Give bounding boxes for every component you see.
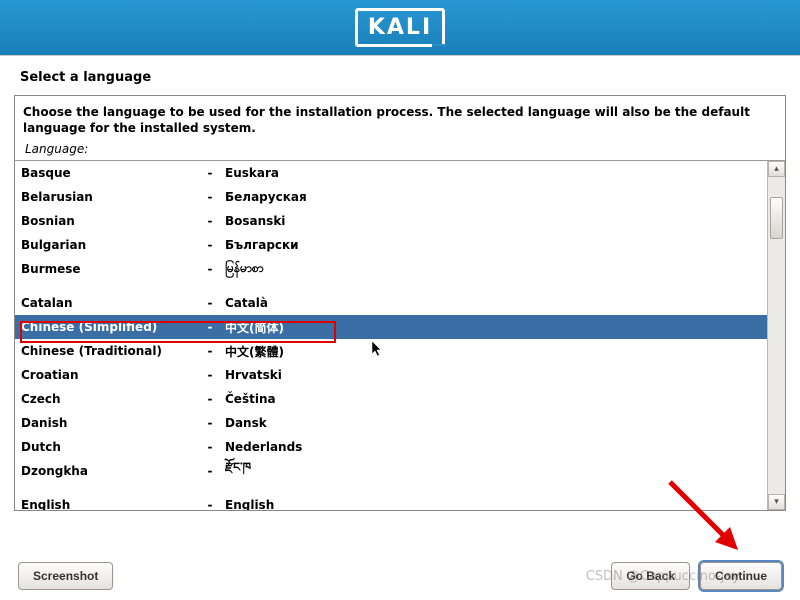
language-row[interactable]: English-English <box>15 493 767 510</box>
scroll-up-button[interactable]: ▴ <box>768 161 785 177</box>
content-panel: Choose the language to be used for the i… <box>14 95 786 511</box>
screenshot-button[interactable]: Screenshot <box>18 562 113 590</box>
language-name: Dzongkha <box>15 464 195 478</box>
language-native: Nederlands <box>225 440 767 454</box>
language-row[interactable]: Bosnian-Bosanski <box>15 209 767 233</box>
language-name: Burmese <box>15 262 195 276</box>
language-native: Hrvatski <box>225 368 767 382</box>
kali-logo: KALI <box>355 8 445 47</box>
dash-separator: - <box>195 368 225 382</box>
language-native: Dansk <box>225 416 767 430</box>
language-native: မြန်မာစာ <box>225 260 767 278</box>
dash-separator: - <box>195 262 225 276</box>
dash-separator: - <box>195 416 225 430</box>
language-row[interactable]: Basque-Euskara <box>15 161 767 185</box>
language-name: Bosnian <box>15 214 195 228</box>
language-native: Български <box>225 238 767 252</box>
language-native: Čeština <box>225 392 767 406</box>
language-row[interactable]: Chinese (Simplified)-中文(简体) <box>15 315 767 339</box>
language-native: 中文(繁體) <box>225 343 767 360</box>
language-native: རྫོང་ཁ <box>225 454 767 488</box>
language-row[interactable]: Dzongkha-རྫོང་ཁ <box>15 459 767 483</box>
dash-separator: - <box>195 296 225 310</box>
language-name: Danish <box>15 416 195 430</box>
language-name: Dutch <box>15 440 195 454</box>
dash-separator: - <box>195 464 225 478</box>
language-name: Chinese (Traditional) <box>15 344 195 358</box>
language-row[interactable]: Czech-Čeština <box>15 387 767 411</box>
language-row[interactable]: Chinese (Traditional)-中文(繁體) <box>15 339 767 363</box>
dash-separator: - <box>195 320 225 334</box>
language-name: Basque <box>15 166 195 180</box>
language-row[interactable]: Bulgarian-Български <box>15 233 767 257</box>
language-name: Bulgarian <box>15 238 195 252</box>
language-name: Croatian <box>15 368 195 382</box>
dash-separator: - <box>195 166 225 180</box>
dash-separator: - <box>195 238 225 252</box>
dash-separator: - <box>195 214 225 228</box>
language-row[interactable]: Croatian-Hrvatski <box>15 363 767 387</box>
language-native: Euskara <box>225 166 767 180</box>
dash-separator: - <box>195 344 225 358</box>
scroll-down-button[interactable]: ▾ <box>768 494 785 510</box>
language-native: Bosanski <box>225 214 767 228</box>
language-name: Catalan <box>15 296 195 310</box>
language-name: Chinese (Simplified) <box>15 320 195 334</box>
scrollbar[interactable]: ▴ ▾ <box>767 161 785 510</box>
dash-separator: - <box>195 498 225 510</box>
footer-bar: Screenshot Go Back Continue <box>0 562 800 590</box>
language-name: Belarusian <box>15 190 195 204</box>
dash-separator: - <box>195 392 225 406</box>
instruction-text: Choose the language to be used for the i… <box>15 96 785 140</box>
list-spacer <box>15 281 767 291</box>
language-row[interactable]: Burmese-မြန်မာစာ <box>15 257 767 281</box>
language-list[interactable]: Basque-EuskaraBelarusian-БеларускаяBosni… <box>15 161 767 510</box>
page-title: Select a language <box>0 56 800 95</box>
dash-separator: - <box>195 190 225 204</box>
continue-button[interactable]: Continue <box>700 562 782 590</box>
language-row[interactable]: Danish-Dansk <box>15 411 767 435</box>
language-row[interactable]: Catalan-Català <box>15 291 767 315</box>
language-native: Беларуская <box>225 190 767 204</box>
language-native: Català <box>225 296 767 310</box>
installer-header: KALI <box>0 0 800 56</box>
dash-separator: - <box>195 440 225 454</box>
language-row[interactable]: Belarusian-Беларуская <box>15 185 767 209</box>
language-native: 中文(简体) <box>225 319 767 336</box>
language-native: English <box>225 498 767 510</box>
language-field-label: Language: <box>15 140 785 160</box>
language-list-container: Basque-EuskaraBelarusian-БеларускаяBosni… <box>15 160 785 510</box>
language-name: Czech <box>15 392 195 406</box>
scroll-thumb[interactable] <box>770 197 783 239</box>
language-name: English <box>15 498 195 510</box>
go-back-button[interactable]: Go Back <box>611 562 690 590</box>
